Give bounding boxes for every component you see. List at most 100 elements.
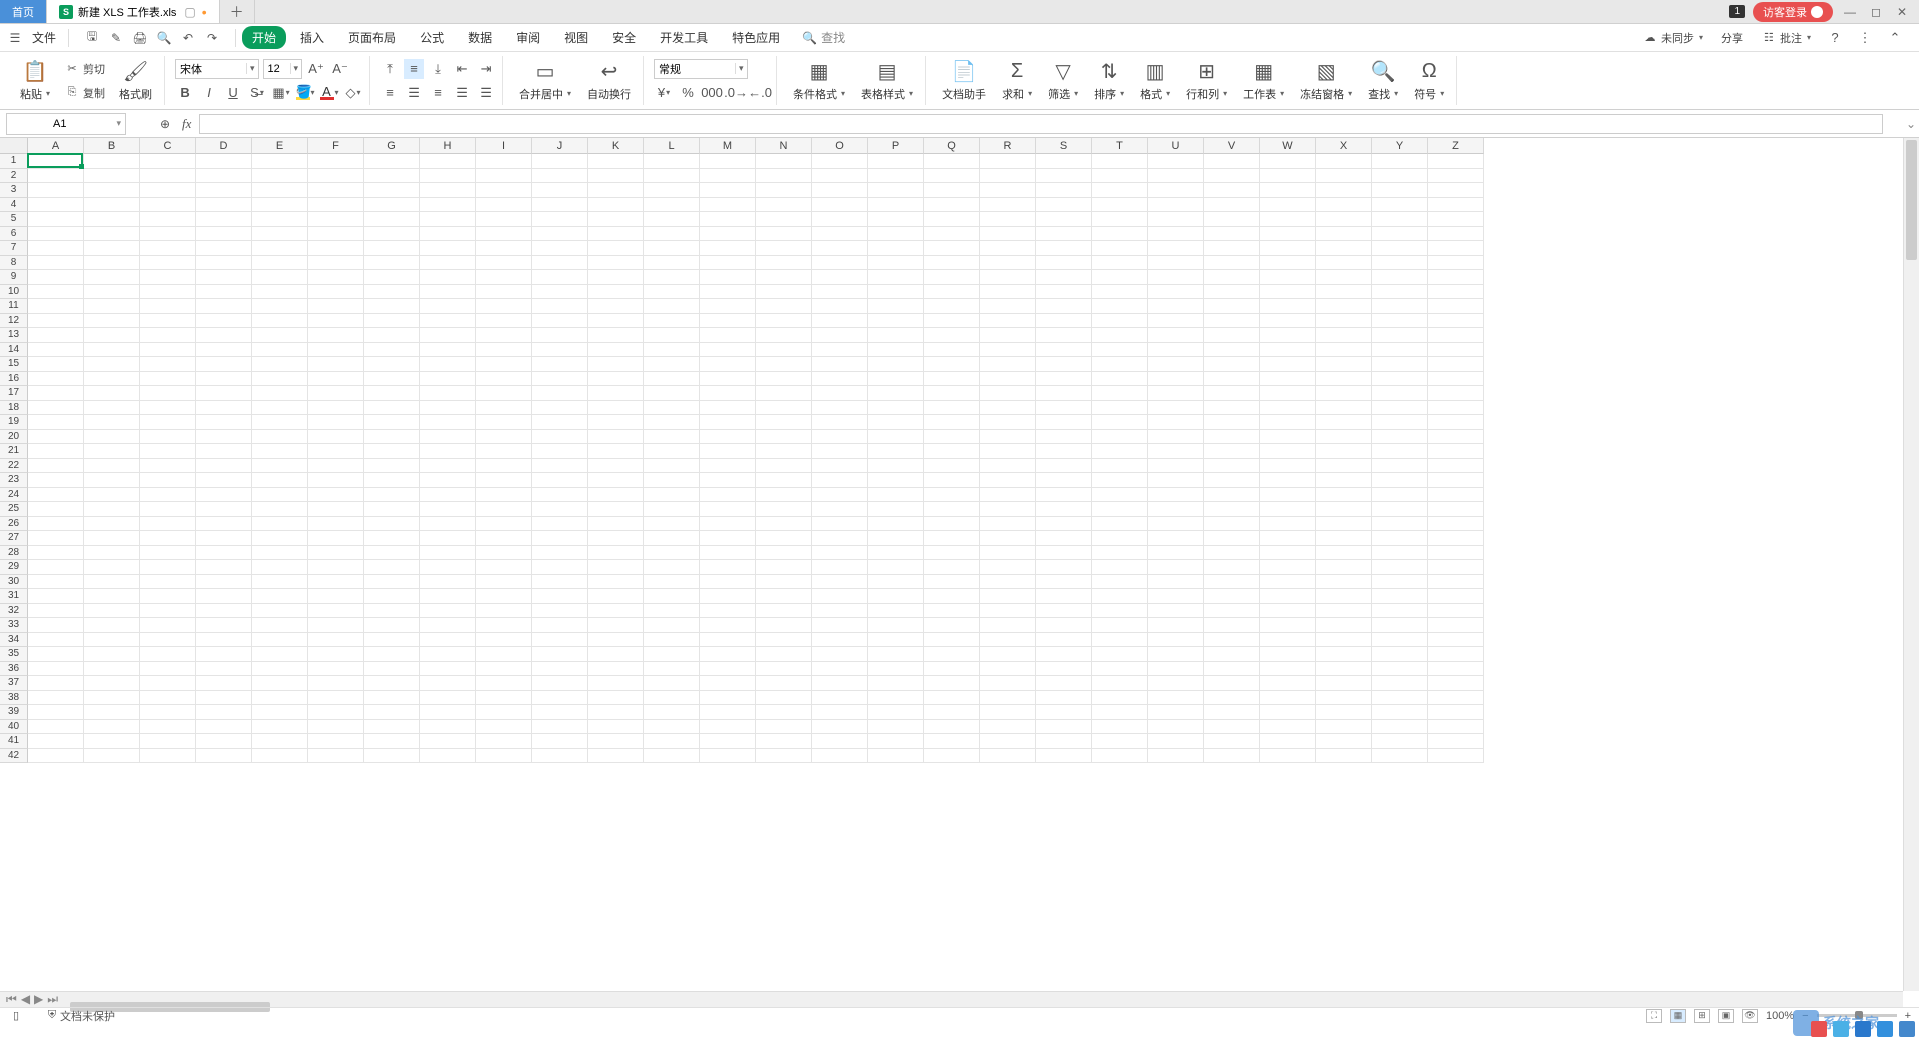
cell[interactable] — [588, 430, 644, 445]
cell[interactable] — [1428, 241, 1484, 256]
cell[interactable] — [588, 749, 644, 764]
cell[interactable] — [1372, 415, 1428, 430]
cell[interactable] — [644, 560, 700, 575]
cell[interactable] — [252, 169, 308, 184]
page-break-view-icon[interactable]: ⊞ — [1694, 1009, 1710, 1023]
cell[interactable] — [420, 531, 476, 546]
cell[interactable] — [756, 444, 812, 459]
cell[interactable] — [980, 212, 1036, 227]
cell[interactable] — [84, 589, 140, 604]
cell[interactable] — [84, 198, 140, 213]
cell[interactable] — [1428, 734, 1484, 749]
cell[interactable] — [476, 488, 532, 503]
decrease-font-icon[interactable]: A⁻ — [330, 59, 350, 79]
cell[interactable] — [476, 604, 532, 619]
cell[interactable] — [1372, 546, 1428, 561]
cell[interactable] — [420, 415, 476, 430]
cell[interactable] — [588, 676, 644, 691]
row-header[interactable]: 33 — [0, 618, 28, 633]
cell[interactable] — [644, 343, 700, 358]
cell[interactable] — [1148, 488, 1204, 503]
cell[interactable] — [28, 618, 84, 633]
cell[interactable] — [420, 473, 476, 488]
cell[interactable] — [1260, 212, 1316, 227]
cell[interactable] — [1260, 256, 1316, 271]
cell[interactable] — [644, 401, 700, 416]
cell[interactable] — [28, 357, 84, 372]
vertical-scrollbar[interactable] — [1903, 138, 1919, 991]
cell[interactable] — [1204, 343, 1260, 358]
column-header[interactable]: J — [532, 138, 588, 154]
cell[interactable] — [700, 444, 756, 459]
cell[interactable] — [28, 589, 84, 604]
cell[interactable] — [1148, 546, 1204, 561]
cell[interactable] — [700, 705, 756, 720]
cell[interactable] — [588, 212, 644, 227]
cell[interactable] — [1204, 647, 1260, 662]
cell[interactable] — [364, 502, 420, 517]
cell[interactable] — [1036, 459, 1092, 474]
cell[interactable] — [308, 749, 364, 764]
cell[interactable] — [1316, 531, 1372, 546]
cell[interactable] — [980, 589, 1036, 604]
cell[interactable] — [588, 227, 644, 242]
cell[interactable] — [644, 662, 700, 677]
cell[interactable] — [868, 430, 924, 445]
number-format-input[interactable] — [655, 63, 735, 75]
cell[interactable] — [1092, 444, 1148, 459]
cell[interactable] — [364, 734, 420, 749]
cell[interactable] — [1148, 734, 1204, 749]
cell[interactable] — [700, 241, 756, 256]
cell[interactable] — [476, 328, 532, 343]
cell[interactable] — [924, 589, 980, 604]
paste-button[interactable]: 📋 粘贴 — [14, 58, 56, 104]
cell[interactable] — [924, 198, 980, 213]
cell[interactable] — [252, 720, 308, 735]
cell[interactable] — [700, 676, 756, 691]
scrollbar-thumb[interactable] — [1906, 140, 1917, 260]
cell[interactable] — [140, 357, 196, 372]
cell[interactable] — [252, 560, 308, 575]
cell[interactable] — [868, 357, 924, 372]
cell[interactable] — [28, 647, 84, 662]
cell[interactable] — [1148, 198, 1204, 213]
cell[interactable] — [980, 575, 1036, 590]
align-middle-icon[interactable]: ≡ — [404, 59, 424, 79]
cell[interactable] — [1148, 372, 1204, 387]
cell[interactable] — [252, 343, 308, 358]
cell[interactable] — [476, 749, 532, 764]
row-header[interactable]: 36 — [0, 662, 28, 677]
cell[interactable] — [1316, 749, 1372, 764]
cell[interactable] — [924, 372, 980, 387]
cell[interactable] — [140, 314, 196, 329]
cell[interactable] — [812, 720, 868, 735]
copy-button[interactable]: ⎘复制 — [60, 83, 109, 103]
cell[interactable] — [756, 328, 812, 343]
cell[interactable] — [1148, 154, 1204, 169]
cell[interactable] — [28, 169, 84, 184]
cell[interactable] — [252, 430, 308, 445]
cell[interactable] — [252, 299, 308, 314]
cell[interactable] — [252, 633, 308, 648]
cell[interactable] — [756, 285, 812, 300]
cell[interactable] — [1372, 473, 1428, 488]
cell[interactable] — [1092, 401, 1148, 416]
cell[interactable] — [980, 154, 1036, 169]
row-header[interactable]: 32 — [0, 604, 28, 619]
cell[interactable] — [252, 415, 308, 430]
cell[interactable] — [196, 415, 252, 430]
cell[interactable] — [812, 285, 868, 300]
cell[interactable] — [364, 256, 420, 271]
sheet-prev-icon[interactable]: ◀ — [21, 992, 30, 1007]
cell[interactable] — [1260, 357, 1316, 372]
ribbon-tab-start[interactable]: 开始 — [242, 26, 286, 49]
cell[interactable] — [1092, 459, 1148, 474]
cell[interactable] — [1036, 430, 1092, 445]
cell[interactable] — [812, 154, 868, 169]
cell[interactable] — [84, 270, 140, 285]
cell[interactable] — [868, 401, 924, 416]
ribbon-tab-data[interactable]: 数据 — [458, 26, 502, 49]
cell[interactable] — [1092, 749, 1148, 764]
cell[interactable] — [1092, 662, 1148, 677]
cell[interactable] — [420, 734, 476, 749]
